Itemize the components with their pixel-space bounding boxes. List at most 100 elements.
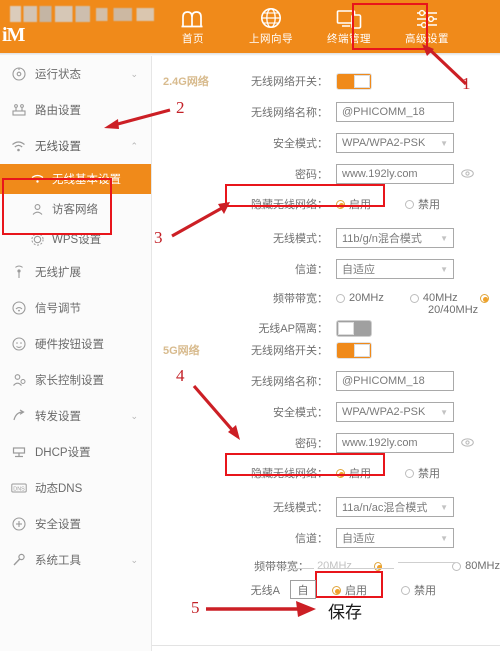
select-wireless-mode-24g[interactable]: 11b/g/n混合模式 ▼ [336, 228, 454, 248]
brand-redacted-text [10, 6, 90, 22]
radio-bandwidth-5g-20[interactable]: 20MHz [317, 560, 352, 572]
toggle-wireless-switch-5g[interactable] [336, 341, 372, 359]
sidebar-item-security-settings-label: 安全设置 [35, 519, 81, 531]
radio-ap-5g-enable-label: 启用 [345, 585, 367, 597]
eye-icon-password-24g[interactable] [461, 168, 474, 180]
nav-item-internet-wizard-label: 上网向导 [249, 33, 293, 45]
sidebar-item-hardware-button-settings[interactable]: 硬件按钮设置 [0, 326, 151, 362]
radio-ap-5g-disable[interactable]: 禁用 [401, 582, 436, 598]
sidebar-item-running-status[interactable]: 运行状态 ⌄ [0, 56, 151, 92]
row-wireless-mode-24g: 无线模式： 11b/g/n混合模式 ▼ [152, 224, 500, 252]
select-wireless-mode-24g-value: 11b/g/n混合模式 [342, 233, 422, 245]
sidebar-item-guest-network[interactable]: 访客网络 [0, 194, 151, 224]
sidebar-item-signal-adjustment-label: 信号调节 [35, 303, 81, 315]
radio-bandwidth-5g-80[interactable]: 80MHz [452, 560, 500, 572]
input-ssid-5g[interactable]: @PHICOMM_18 [336, 371, 454, 391]
label-wireless-switch-5g: 无线网络开关： [251, 345, 328, 357]
annotation-number-4: 4 [176, 366, 185, 385]
radio-bandwidth-24g-40[interactable]: 40MHz [409, 292, 458, 304]
radio-bandwidth-24g-20[interactable]: 20MHz [336, 292, 384, 304]
label-bandwidth-5g: 频带带宽： [254, 561, 310, 573]
nav-item-internet-wizard[interactable]: 上网向导 [232, 2, 310, 51]
brand-redacted-text-2 [96, 8, 154, 21]
radio-bandwidth-5g-40[interactable] [373, 561, 383, 571]
label-wireless-mode-24g: 无线模式： [273, 233, 328, 245]
sidebar-item-router-settings-label: 路由设置 [35, 105, 81, 117]
row-ssid-5g: 无线网络名称： @PHICOMM_18 [152, 367, 500, 395]
nav-item-advanced-settings[interactable]: 高级设置 [388, 2, 466, 51]
top-navigation-bar: iM 首页 上网向导 终端管理 高级设置 [0, 0, 500, 53]
guest-icon [30, 203, 45, 216]
sidebar-item-wireless-extension[interactable]: 无线扩展 [0, 254, 151, 290]
select-security-5g[interactable]: WPA/WPA2-PSK ▼ [336, 402, 454, 422]
parental-icon [10, 373, 27, 387]
input-password-24g[interactable]: www.192ly.com [336, 164, 454, 184]
radio-dot [405, 199, 414, 209]
sidebar-item-security-settings[interactable]: 安全设置 [0, 506, 151, 542]
sidebar-item-guest-network-label: 访客网络 [52, 204, 98, 216]
radio-bandwidth-24g-2040[interactable] [479, 293, 489, 303]
sidebar-item-wps-settings[interactable]: WPS设置 [0, 224, 151, 254]
radio-ap-5g-enable[interactable]: 启用 [332, 582, 367, 598]
nav-item-home[interactable]: 首页 [154, 2, 232, 51]
select-wireless-mode-5g-value: 11a/n/ac混合模式 [342, 502, 428, 514]
radio-bandwidth-5g-80-label: 80MHz [465, 560, 500, 572]
radio-hide-ssid-5g-disable[interactable]: 禁用 [405, 465, 440, 481]
chevron-down-icon-channel-24g: ▼ [440, 264, 448, 274]
router-icon [10, 103, 27, 117]
sidebar-item-dhcp-settings[interactable]: DHCP设置 [0, 434, 151, 470]
chevron-up-icon: ⌃ [130, 140, 138, 151]
radio-dot-selected [336, 199, 345, 209]
svg-text:DNS: DNS [13, 486, 25, 492]
select-security-24g[interactable]: WPA/WPA2-PSK ▼ [336, 133, 454, 153]
select-security-5g-value: WPA/WPA2-PSK [342, 406, 426, 418]
sidebar-item-router-settings[interactable]: 路由设置 [0, 92, 151, 128]
button-icon [10, 337, 27, 351]
radio-hide-ssid-5g-disable-label: 禁用 [418, 468, 440, 480]
sidebar-item-wireless-extension-label: 无线扩展 [35, 267, 81, 279]
sidebar-item-wireless-settings[interactable]: 无线设置 ⌃ [0, 128, 151, 164]
wps-icon [30, 232, 45, 246]
globe-icon [259, 7, 283, 30]
sidebar-item-signal-adjustment[interactable]: 信号调节 [0, 290, 151, 326]
sidebar: 运行状态 ⌄ 路由设置 无线设置 ⌃ 无线基本设置 访客网络 WPS设置 无线扩… [0, 56, 152, 651]
sidebar-item-parental-control-settings[interactable]: 家长控制设置 [0, 362, 151, 398]
nav-items: 首页 上网向导 终端管理 高级设置 [154, 2, 466, 51]
nav-item-device-management[interactable]: 终端管理 [310, 2, 388, 51]
sidebar-item-running-status-label: 运行状态 [35, 69, 81, 81]
select-wireless-mode-5g[interactable]: 11a/n/ac混合模式 ▼ [336, 497, 454, 517]
router-admin-page: iM 首页 上网向导 终端管理 高级设置 运行状态 ⌄ 路由设置 无线设置 ⌃ … [0, 0, 500, 651]
sidebar-item-forwarding-settings[interactable]: 转发设置 ⌄ [0, 398, 151, 434]
row-channel-24g: 信道： 自适应 ▼ [152, 255, 500, 283]
select-channel-24g[interactable]: 自适应 ▼ [336, 259, 454, 279]
input-password-5g[interactable]: www.192ly.com [336, 433, 454, 453]
radio-dot-selected [336, 468, 345, 478]
status-icon [10, 67, 27, 81]
input-partial-field-5g[interactable]: 自 [290, 580, 316, 599]
brand-logo: iM [2, 24, 25, 46]
label-bandwidth-24g: 频带带宽： [273, 293, 328, 305]
select-channel-5g[interactable]: 自适应 ▼ [336, 528, 454, 548]
sidebar-item-dynamic-dns[interactable]: DNS 动态DNS [0, 470, 151, 506]
toggle-ap-isolation-24g[interactable] [336, 319, 372, 337]
radio-hide-ssid-24g-disable[interactable]: 禁用 [405, 196, 440, 212]
wrench-icon [10, 553, 27, 567]
chevron-down-icon: ⌄ [130, 68, 138, 79]
select-channel-24g-value: 自适应 [342, 264, 375, 276]
overlap-artifact-line-1 [278, 568, 314, 569]
wifi-icon [10, 140, 27, 153]
label-security-5g: 安全模式： [273, 407, 328, 419]
radio-hide-ssid-5g-enable-label: 启用 [349, 468, 371, 480]
save-button[interactable]: 保存 [328, 598, 362, 623]
shield-icon [10, 517, 27, 531]
radio-hide-ssid-24g-enable[interactable]: 启用 [336, 196, 371, 212]
input-ssid-5g-value: @PHICOMM_18 [342, 375, 425, 387]
label-security-24g: 安全模式： [273, 138, 328, 150]
radio-hide-ssid-5g-enable[interactable]: 启用 [336, 465, 371, 481]
sidebar-item-system-tools[interactable]: 系统工具 ⌄ [0, 542, 151, 578]
radio-ap-5g-disable-label: 禁用 [414, 585, 436, 597]
input-ssid-24g[interactable]: @PHICOMM_18 [336, 102, 454, 122]
toggle-wireless-switch-24g[interactable] [336, 72, 372, 90]
sidebar-item-wireless-basic-settings[interactable]: 无线基本设置 [0, 164, 151, 194]
eye-icon-password-5g[interactable] [461, 437, 474, 449]
